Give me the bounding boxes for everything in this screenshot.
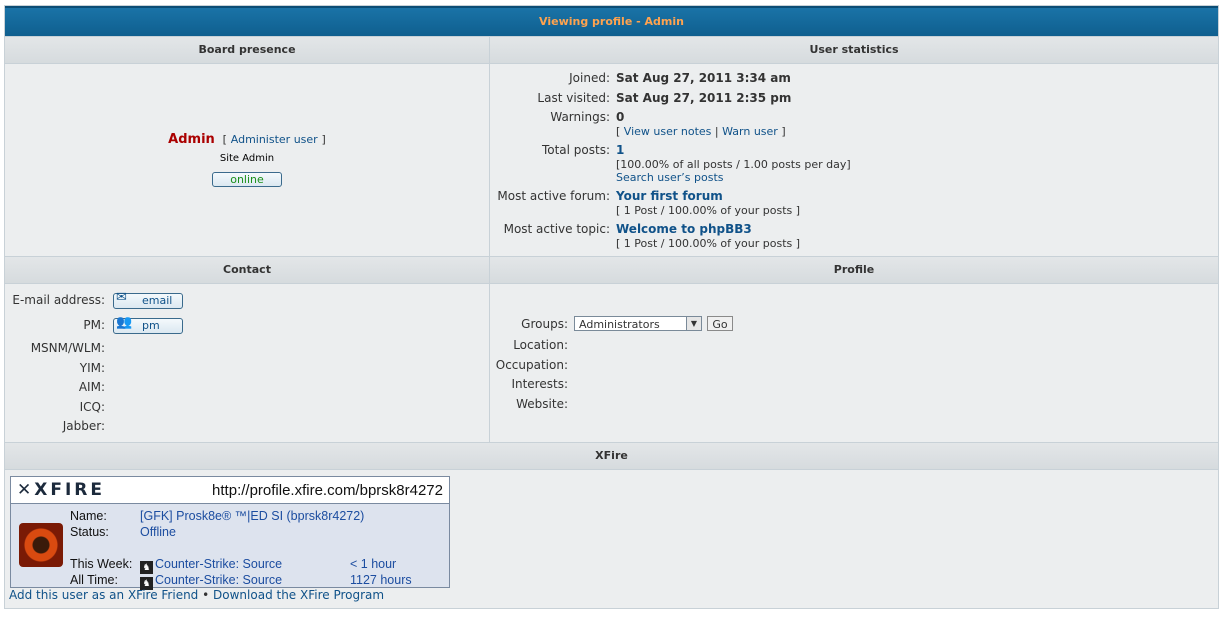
xfire-heading: XFire <box>5 443 1218 469</box>
section-header-xfire: XFire <box>5 442 1218 469</box>
contact-heading: Contact <box>5 257 490 283</box>
profile-panel: Viewing profile - Admin Board presence U… <box>4 5 1219 609</box>
most-active-forum-label: Most active forum: <box>497 189 610 203</box>
avatar <box>19 523 63 567</box>
email-button-label: email <box>142 294 173 307</box>
xfire-links: Add this user as an XFire Friend • Downl… <box>9 588 384 602</box>
occupation-label: Occupation: <box>495 358 568 372</box>
location-label: Location: <box>513 338 568 352</box>
warn-user-link[interactable]: Warn user <box>722 125 778 138</box>
total-posts-label: Total posts: <box>541 143 610 157</box>
aim-label: AIM: <box>78 380 105 394</box>
download-xfire-link[interactable]: Download the XFire Program <box>213 588 384 602</box>
xfire-week-label: This Week: <box>70 557 133 571</box>
msnm-label: MSNM/WLM: <box>30 341 105 355</box>
envelope-icon: ✉ <box>116 290 127 305</box>
online-indicator: online <box>212 172 282 187</box>
email-label: E-mail address: <box>12 293 105 307</box>
xfire-status-label: Status: <box>70 525 109 539</box>
users-icon: 👥 <box>116 315 133 330</box>
most-active-topic-label: Most active topic: <box>503 222 610 236</box>
pm-label: PM: <box>83 318 105 332</box>
xfire-profile-card[interactable]: ✕XFIRE http://profile.xfire.com/bprsk8r4… <box>10 476 450 590</box>
xfire-alltime-label: All Time: <box>70 573 118 587</box>
warnings-value: 0 <box>616 110 625 124</box>
xfire-body-row: ✕XFIRE http://profile.xfire.com/bprsk8r4… <box>5 469 1218 608</box>
warnings-label: Warnings: <box>550 110 610 124</box>
xfire-card-header: ✕XFIRE http://profile.xfire.com/bprsk8r4… <box>11 477 449 504</box>
groups-select[interactable]: Administrators ▼ <box>574 316 702 331</box>
admin-link-bracket-open: [ <box>222 133 227 146</box>
total-posts-value: 1 <box>616 143 625 157</box>
pm-button[interactable]: 👥 pm <box>113 315 183 334</box>
last-visited-value: Sat Aug 27, 2011 2:35 pm <box>616 91 792 105</box>
jabber-label: Jabber: <box>62 419 105 433</box>
most-active-topic-link[interactable]: Welcome to phpBB3 <box>616 222 752 236</box>
top-body-row: Admin [ Administer user ] Site Admin onl… <box>5 63 1218 256</box>
user-statistics-cell: Joined: Sat Aug 27, 2011 3:34 am Last vi… <box>490 64 1218 256</box>
posts-detail: [100.00% of all posts / 1.00 posts per d… <box>616 158 851 171</box>
interests-label: Interests: <box>511 377 568 391</box>
xfire-status-value: Offline <box>140 525 176 539</box>
website-label: Website: <box>516 397 568 411</box>
username[interactable]: Admin <box>168 132 215 147</box>
xfire-profile-url[interactable]: http://profile.xfire.com/bprsk8r4272 <box>212 482 443 499</box>
go-button[interactable]: Go <box>707 316 733 331</box>
separator: • <box>202 588 210 602</box>
view-user-notes-link[interactable]: View user notes <box>624 125 712 138</box>
groups-selected-value: Administrators <box>579 318 660 331</box>
joined-label: Joined: <box>569 71 610 85</box>
groups-label: Groups: <box>521 317 568 331</box>
xfire-week-game: ♞ Counter-Strike: Source <box>140 557 282 574</box>
most-active-topic-detail: [ 1 Post / 100.00% of your posts ] <box>616 237 801 250</box>
joined-value: Sat Aug 27, 2011 3:34 am <box>616 71 791 85</box>
icq-label: ICQ: <box>79 400 105 414</box>
chevron-down-icon[interactable]: ▼ <box>686 317 701 330</box>
search-user-posts-link[interactable]: Search user’s posts <box>616 171 724 184</box>
xfire-name-value: [GFK] Prosk8e® ™|ED SI (bprsk8r4272) <box>140 509 365 523</box>
xfire-cell: ✕XFIRE http://profile.xfire.com/bprsk8r4… <box>5 470 1218 608</box>
most-active-forum-detail: [ 1 Post / 100.00% of your posts ] <box>616 204 801 217</box>
xfire-name-label: Name: <box>70 509 107 523</box>
warnings-links: [ View user notes | Warn user ] <box>616 125 786 138</box>
add-xfire-friend-link[interactable]: Add this user as an XFire Friend <box>9 588 198 602</box>
yim-label: YIM: <box>79 361 105 375</box>
section-headers-top: Board presence User statistics <box>5 36 1218 63</box>
xfire-week-time: < 1 hour <box>350 557 397 571</box>
last-visited-label: Last visited: <box>537 91 610 105</box>
administer-user-link[interactable]: Administer user <box>231 133 318 146</box>
user-statistics-heading: User statistics <box>490 37 1218 63</box>
profile-heading: Profile <box>490 257 1218 283</box>
most-active-forum-link[interactable]: Your first forum <box>616 189 723 203</box>
section-headers-middle: Contact Profile <box>5 256 1218 283</box>
middle-body-row: E-mail address: ✉ email PM: 👥 pm MSNM/WL… <box>5 283 1218 442</box>
pm-button-label: pm <box>142 319 160 332</box>
page-title: Viewing profile - Admin <box>5 6 1218 36</box>
board-presence-heading: Board presence <box>5 37 490 63</box>
admin-link-bracket-close: ] <box>321 133 326 146</box>
xfire-alltime-time: 1127 hours <box>350 573 412 587</box>
profile-cell: Groups: Administrators ▼ Go Location: Oc… <box>490 284 1218 442</box>
email-button[interactable]: ✉ email <box>113 290 183 309</box>
xfire-logo: ✕XFIRE <box>17 480 105 500</box>
